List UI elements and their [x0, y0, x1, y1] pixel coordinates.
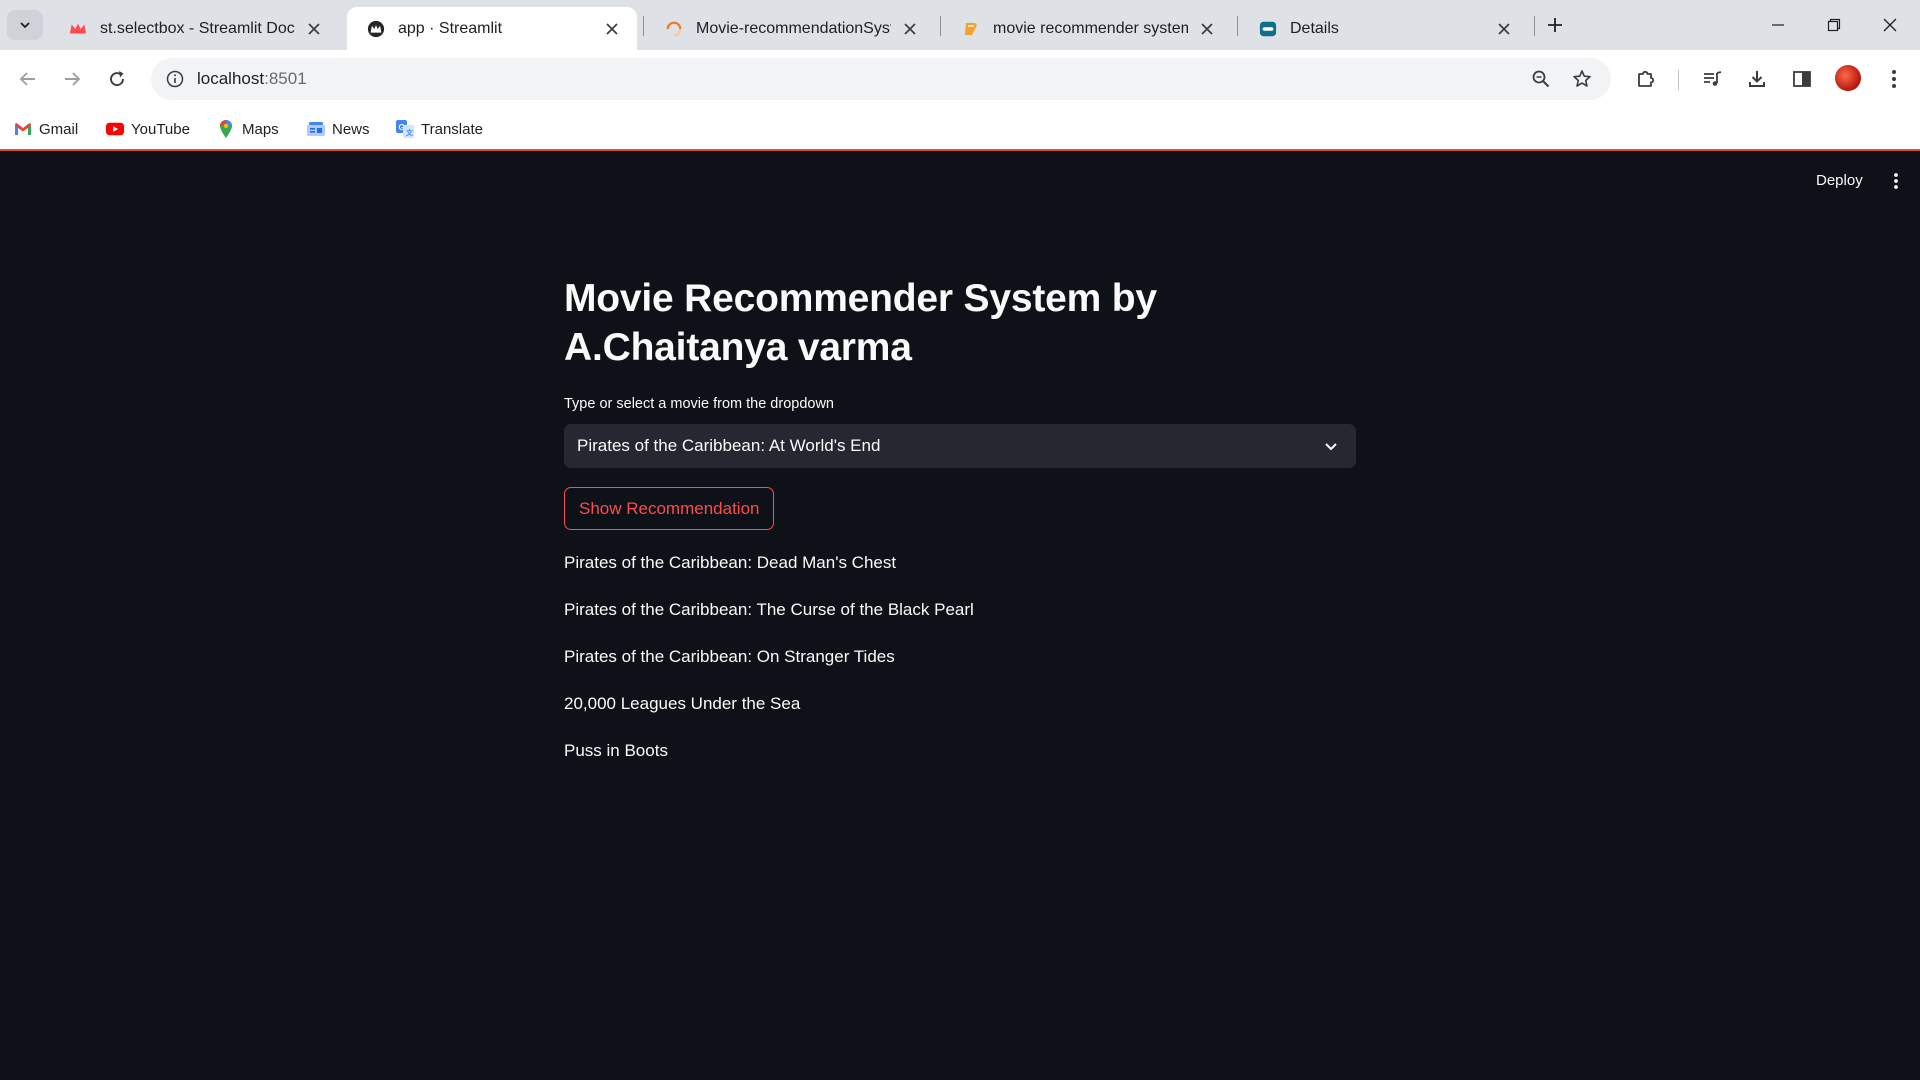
- movie-selectbox[interactable]: Pirates of the Caribbean: At World's End: [564, 424, 1356, 468]
- tab-title: app · Streamlit: [398, 19, 503, 37]
- side-panel-button[interactable]: [1786, 63, 1818, 95]
- bookmark-news[interactable]: News: [307, 116, 370, 142]
- bookmark-translate[interactable]: G文 Translate: [396, 116, 483, 142]
- tab-search-button[interactable]: [7, 10, 43, 40]
- browser-tab-streamlit-docs[interactable]: st.selectbox - Streamlit Docs: [49, 7, 339, 50]
- close-window-button[interactable]: [1862, 0, 1918, 50]
- browser-tab-jupyter-notebook[interactable]: Movie-recommendationSystem: [645, 7, 935, 50]
- restore-icon: [1827, 18, 1841, 32]
- minimize-button[interactable]: [1750, 0, 1806, 50]
- reload-icon: [110, 71, 124, 86]
- close-icon[interactable]: [601, 18, 623, 40]
- side-panel-icon: [1793, 71, 1811, 87]
- recommendation-item: 20,000 Leagues Under the Sea: [564, 694, 801, 713]
- bookmark-maps[interactable]: Maps: [217, 116, 279, 142]
- translate-icon: G文: [396, 120, 414, 138]
- tab-divider: [1237, 16, 1238, 36]
- bookmarks-bar: Gmail YouTube Maps News G文 Translate: [0, 108, 1920, 151]
- news-icon: [307, 120, 325, 138]
- bookmark-label: News: [332, 120, 370, 138]
- zoom-icon[interactable]: [1528, 66, 1554, 92]
- bookmark-label: Gmail: [39, 120, 79, 138]
- tab-title: Details: [1290, 19, 1339, 37]
- back-button[interactable]: [12, 63, 44, 95]
- youtube-icon: [106, 120, 124, 138]
- url-port: :8501: [264, 69, 307, 88]
- kebab-menu-icon: [1894, 173, 1898, 189]
- forward-button[interactable]: [56, 63, 88, 95]
- movie-select-label: Type or select a movie from the dropdown: [564, 396, 834, 412]
- close-icon[interactable]: [303, 18, 325, 40]
- bookmark-youtube[interactable]: YouTube: [106, 116, 190, 142]
- details-app-icon: [1259, 20, 1277, 38]
- bookmark-label: YouTube: [131, 120, 190, 138]
- profile-avatar[interactable]: [1835, 65, 1861, 91]
- close-icon: [1883, 18, 1897, 32]
- browser-menu-button[interactable]: [1878, 63, 1910, 95]
- tab-divider: [940, 16, 941, 36]
- browser-tab-app-streamlit[interactable]: app · Streamlit: [347, 7, 637, 50]
- bookmark-label: Maps: [242, 120, 279, 138]
- address-bar[interactable]: localhost:8501: [151, 58, 1611, 100]
- show-recommendation-button[interactable]: Show Recommendation: [564, 487, 775, 530]
- toolbar-divider: [1678, 70, 1679, 90]
- restore-button[interactable]: [1806, 0, 1862, 50]
- streamlit-app: Deploy Movie Recommender System by A.Cha…: [0, 153, 1920, 1080]
- chevron-down-icon[interactable]: [1320, 435, 1342, 457]
- svg-text:G: G: [399, 123, 405, 132]
- recommendation-item: Pirates of the Caribbean: Dead Man's Che…: [564, 553, 897, 572]
- browser-tab-movie-recommender-notebook[interactable]: movie recommender system - J: [942, 7, 1232, 50]
- bookmark-label: Translate: [421, 120, 483, 138]
- browser-tab-details[interactable]: Details: [1239, 7, 1529, 50]
- url-host: localhost: [197, 69, 265, 88]
- kebab-menu-icon: [1892, 70, 1896, 88]
- app-menu-button[interactable]: [1882, 166, 1910, 196]
- reload-button[interactable]: [101, 63, 133, 95]
- svg-text:文: 文: [406, 128, 414, 137]
- streamlit-crown-icon: [69, 20, 87, 38]
- tab-title: Movie-recommendationSystem: [696, 19, 891, 37]
- site-info-icon[interactable]: [161, 65, 189, 93]
- browser-tab-strip: st.selectbox - Streamlit Docs app · Stre…: [0, 0, 1920, 50]
- minimize-icon: [1772, 24, 1784, 26]
- jupyter-loading-icon: [665, 20, 683, 38]
- plus-icon: [1548, 18, 1562, 32]
- tab-title: st.selectbox - Streamlit Docs: [100, 19, 295, 37]
- maps-icon: [217, 120, 235, 138]
- downloads-button[interactable]: [1741, 63, 1773, 95]
- recommendation-list: Pirates of the Caribbean: Dead Man's Che…: [564, 551, 974, 786]
- selected-movie: Pirates of the Caribbean: At World's End: [577, 436, 881, 455]
- chevron-down-icon: [20, 22, 30, 29]
- tab-divider: [643, 16, 644, 36]
- playlist-music-icon: [1704, 71, 1722, 86]
- extensions-button[interactable]: [1630, 63, 1662, 95]
- close-icon[interactable]: [1493, 18, 1515, 40]
- page-title: Movie Recommender System by A.Chaitanya …: [564, 277, 1157, 369]
- tab-divider: [1534, 16, 1535, 36]
- recommendation-item: Puss in Boots: [564, 741, 668, 760]
- streamlit-dark-crown-icon: [367, 20, 385, 38]
- new-tab-button[interactable]: [1541, 11, 1569, 39]
- tab-title: movie recommender system - J: [993, 19, 1188, 37]
- browser-toolbar: localhost:8501: [0, 50, 1920, 108]
- close-icon[interactable]: [1196, 18, 1218, 40]
- arrow-left-icon: [19, 72, 35, 86]
- recommendation-item: Pirates of the Caribbean: The Curse of t…: [564, 600, 974, 619]
- arrow-right-icon: [65, 72, 81, 86]
- orange-notebook-icon: [962, 20, 980, 38]
- gmail-icon: [14, 120, 32, 138]
- recommendation-item: Pirates of the Caribbean: On Stranger Ti…: [564, 647, 895, 666]
- bookmark-star-icon[interactable]: [1569, 66, 1595, 92]
- close-icon[interactable]: [899, 18, 921, 40]
- download-icon: [1749, 71, 1765, 87]
- deploy-button[interactable]: Deploy: [1810, 165, 1869, 195]
- media-controls-button[interactable]: [1696, 63, 1728, 95]
- puzzle-icon: [1638, 70, 1655, 87]
- bookmark-gmail[interactable]: Gmail: [14, 116, 78, 142]
- url-text[interactable]: localhost:8501: [197, 69, 307, 89]
